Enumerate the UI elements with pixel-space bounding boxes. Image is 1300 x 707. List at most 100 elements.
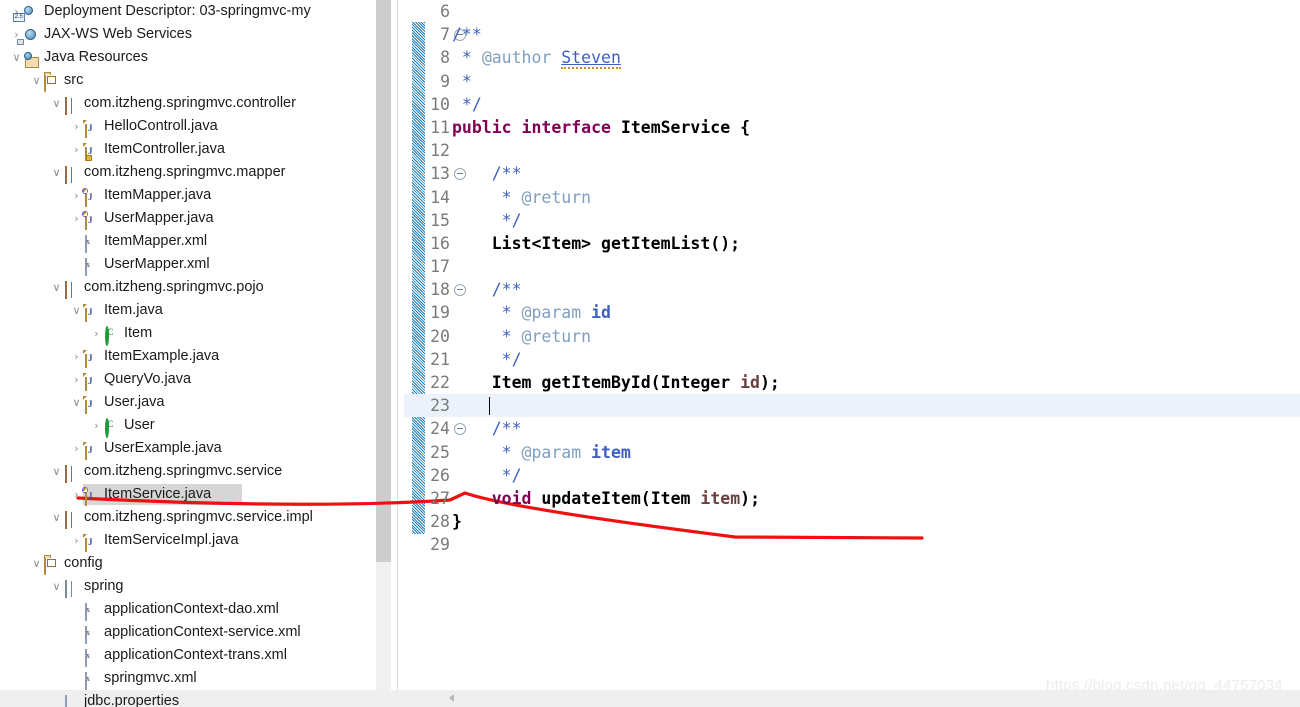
tree-twisty-expanded-icon[interactable]: ∨	[30, 69, 43, 92]
tree-item[interactable]: ∨ com.itzheng.springmvc.service.impl	[0, 506, 376, 529]
tree-item[interactable]: ∨ spring	[0, 575, 376, 598]
tree-twisty-expanded-icon[interactable]: ∨	[50, 92, 63, 115]
tree-item[interactable]: x springmvc.xml	[0, 667, 376, 690]
tree-item[interactable]: › J ItemService.java	[0, 483, 376, 506]
scroll-left-arrow-icon[interactable]	[449, 694, 454, 702]
tree-item[interactable]: ∨ config	[0, 552, 376, 575]
tree-item[interactable]: › JAX-WS Web Services	[0, 23, 376, 46]
tree-item-label: applicationContext-trans.xml	[104, 647, 287, 663]
code-line[interactable]: 8 * @author Steven	[404, 46, 1300, 70]
tree-twisty-collapsed-icon[interactable]: ›	[70, 184, 83, 207]
code-line[interactable]: 9 *	[404, 70, 1300, 93]
tree-item[interactable]: x applicationContext-trans.xml	[0, 644, 376, 667]
tree-twisty-expanded-icon[interactable]: ∨	[10, 46, 23, 69]
explorer-vertical-scrollbar[interactable]	[376, 0, 391, 707]
line-number: 24	[430, 419, 450, 439]
tree-item[interactable]: › J ItemController.java	[0, 138, 376, 161]
tree-item[interactable]: ∨ src	[0, 69, 376, 92]
tree-item[interactable]: x ItemMapper.xml	[0, 230, 376, 253]
tree-item[interactable]: ∨ com.itzheng.springmvc.service	[0, 460, 376, 483]
tree-item[interactable]: ∨ com.itzheng.springmvc.pojo	[0, 276, 376, 299]
line-number: 12	[430, 141, 450, 161]
properties-file-icon	[63, 693, 80, 707]
tree-item[interactable]: ∨ com.itzheng.springmvc.mapper	[0, 161, 376, 184]
tree-item[interactable]: › J ItemServiceImpl.java	[0, 529, 376, 552]
tree-item[interactable]: › J ItemMapper.java	[0, 184, 376, 207]
spring-folder-icon	[63, 578, 80, 598]
xml-file-icon: x	[83, 670, 100, 690]
xml-file-icon: x	[83, 647, 100, 667]
tree-twisty-expanded-icon[interactable]: ∨	[50, 161, 63, 184]
tree-item-label: com.itzheng.springmvc.mapper	[84, 164, 286, 180]
line-number: 11	[430, 117, 450, 137]
tree-item[interactable]: › 2.5 Deployment Descriptor: 03-springmvc-…	[0, 0, 376, 23]
code-line[interactable]: 29	[404, 533, 1300, 556]
tree-item-label: com.itzheng.springmvc.service	[84, 463, 283, 479]
code-line[interactable]: 14 * @return	[404, 186, 1300, 209]
tree-item[interactable]: › J HelloControll.java	[0, 115, 376, 138]
tree-item[interactable]: › J QueryVo.java	[0, 368, 376, 391]
code-line[interactable]: 6	[404, 0, 1300, 23]
tree-twisty-collapsed-icon[interactable]: ›	[70, 138, 83, 161]
code-line[interactable]: 11 public interface ItemService {	[404, 116, 1300, 139]
code-line[interactable]: 20 * @return	[404, 325, 1300, 348]
tree-twisty-collapsed-icon[interactable]: ›	[70, 115, 83, 138]
explorer-scrollbar-thumb[interactable]	[376, 0, 391, 562]
java-file-icon: J	[83, 394, 100, 414]
code-line[interactable]: 22 Item getItemById(Integer id);	[404, 371, 1300, 394]
code-line[interactable]: 23	[404, 394, 1300, 418]
tree-twisty-collapsed-icon[interactable]: ›	[70, 368, 83, 391]
tree-item[interactable]: › J UserExample.java	[0, 437, 376, 460]
tree-item[interactable]: › J UserMapper.java	[0, 207, 376, 230]
code-line[interactable]: 10 */	[404, 93, 1300, 116]
tree-twisty-collapsed-icon[interactable]: ›	[70, 483, 83, 506]
code-line[interactable]: 28}	[404, 510, 1300, 533]
tree-item-label: ItemExample.java	[104, 348, 220, 364]
code-line[interactable]: 15 */	[404, 209, 1300, 232]
tree-twisty-expanded-icon[interactable]: ∨	[50, 276, 63, 299]
code-line[interactable]: 12	[404, 139, 1300, 162]
code-line[interactable]: 26 */	[404, 464, 1300, 487]
tree-twisty-collapsed-icon[interactable]: ›	[70, 207, 83, 230]
tree-twisty-expanded-icon[interactable]: ∨	[50, 460, 63, 483]
code-editor-panel[interactable]: 6 7/** 8 * @author Steven 9 * 10 */11 public …	[404, 0, 1300, 690]
tree-twisty-collapsed-icon[interactable]: ›	[90, 414, 103, 437]
code-line[interactable]: 21 */	[404, 348, 1300, 371]
project-tree[interactable]: › 2.5 Deployment Descriptor: 03-springmvc-…	[0, 0, 376, 707]
tree-twisty-collapsed-icon[interactable]: ›	[70, 437, 83, 460]
code-text: */	[452, 210, 522, 230]
java-interface-file-icon: J	[82, 486, 100, 506]
tree-item[interactable]: ∨ com.itzheng.springmvc.controller	[0, 92, 376, 115]
tree-item[interactable]: ∨ J Item.java	[0, 299, 376, 322]
code-line[interactable]: 18 /**	[404, 278, 1300, 301]
code-lines[interactable]: 6 7/** 8 * @author Steven 9 * 10 */11 public …	[404, 0, 1300, 557]
code-line[interactable]: 16 List<Item> getItemList();	[404, 232, 1300, 255]
tree-twisty-expanded-icon[interactable]: ∨	[50, 575, 63, 598]
tree-item[interactable]: x UserMapper.xml	[0, 253, 376, 276]
tree-twisty-collapsed-icon[interactable]: ›	[90, 322, 103, 345]
tree-item[interactable]: › Item	[0, 322, 376, 346]
tree-twisty-expanded-icon[interactable]: ∨	[30, 552, 43, 575]
tree-twisty-expanded-icon[interactable]: ∨	[70, 391, 83, 414]
code-line[interactable]: 27 void updateItem(Item item);	[404, 487, 1300, 510]
tree-item-label: UserMapper.java	[104, 210, 214, 226]
tree-twisty-collapsed-icon[interactable]: ›	[70, 529, 83, 552]
tree-twisty-expanded-icon[interactable]: ∨	[50, 506, 63, 529]
tree-item[interactable]: x applicationContext-service.xml	[0, 621, 376, 644]
tree-item[interactable]: x applicationContext-dao.xml	[0, 598, 376, 621]
tree-item[interactable]: › J ItemExample.java	[0, 345, 376, 368]
tree-twisty-expanded-icon[interactable]: ∨	[70, 299, 83, 322]
code-text: Item getItemById(Integer id);	[452, 373, 780, 392]
tree-item[interactable]: › User	[0, 414, 376, 438]
tree-twisty-collapsed-icon[interactable]: ›	[70, 345, 83, 368]
code-line[interactable]: 7/**	[404, 23, 1300, 46]
code-line[interactable]: 24 /**	[404, 417, 1300, 440]
code-line[interactable]: 19 * @param id	[404, 301, 1300, 324]
code-line[interactable]: 13 /**	[404, 162, 1300, 185]
code-line[interactable]: 17	[404, 255, 1300, 278]
package-explorer-panel[interactable]: › 2.5 Deployment Descriptor: 03-springmvc-…	[0, 0, 376, 707]
code-text: *	[452, 71, 472, 91]
tree-item[interactable]: ∨ J User.java	[0, 391, 376, 414]
tree-item[interactable]: ∨ Java Resources	[0, 46, 376, 69]
code-line[interactable]: 25 * @param item	[404, 441, 1300, 464]
